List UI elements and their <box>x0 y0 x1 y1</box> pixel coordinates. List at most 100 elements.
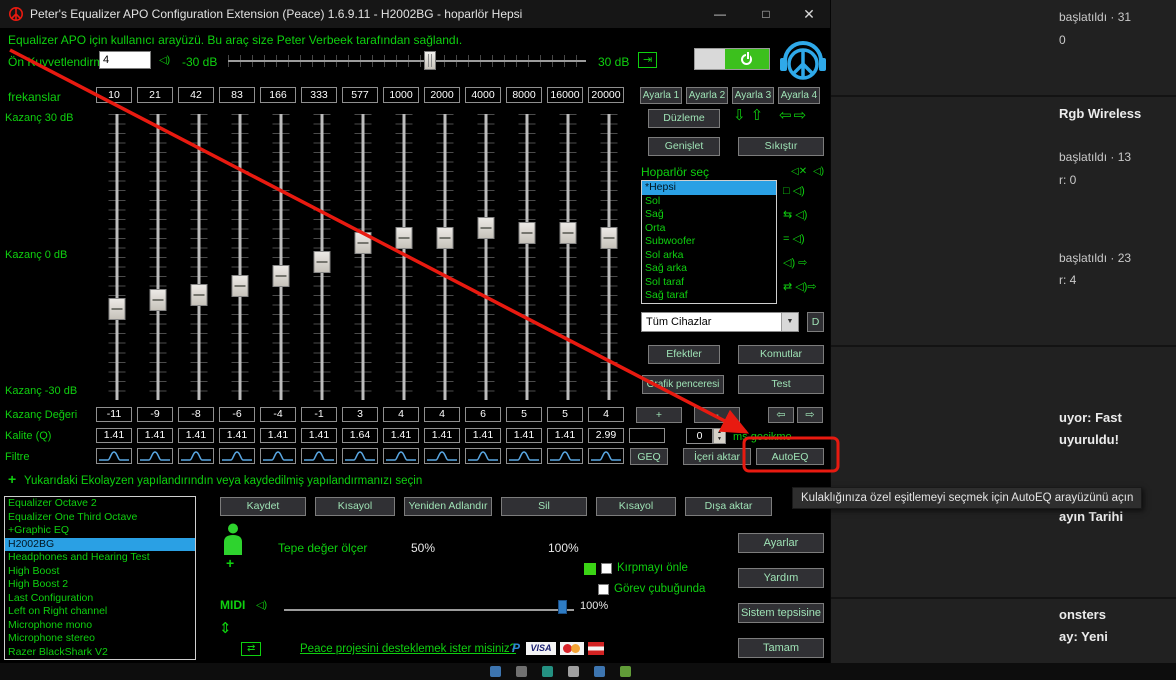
flatten-button[interactable]: Düzleme <box>648 109 720 128</box>
preset-list-item[interactable]: High Boost <box>5 565 195 579</box>
side-button[interactable]: Ayarlar <box>738 533 824 553</box>
eq-band-slider[interactable] <box>342 108 383 406</box>
arrow-left-icon[interactable]: ⇦ <box>779 107 794 124</box>
spinner-up-icon[interactable]: ▲ <box>714 429 725 436</box>
channel-routing-icon[interactable]: = ◁) <box>783 232 817 256</box>
add-user-icon[interactable]: + <box>226 555 234 571</box>
gain-value-box[interactable]: 5 <box>547 407 583 422</box>
transfer-icon[interactable]: ⇄ <box>241 642 262 656</box>
speaker-list-item[interactable]: Orta <box>642 222 776 236</box>
maximize-button[interactable]: □ <box>744 0 788 28</box>
freq-value-box[interactable]: 16000 <box>547 87 583 103</box>
preset-listbox[interactable]: Equalizer Octave 2 Equalizer One Third Oc… <box>4 496 196 660</box>
slider-handle[interactable] <box>190 284 207 306</box>
q-value-box[interactable]: 1.41 <box>178 428 214 443</box>
taskbar-icon[interactable] <box>620 666 631 677</box>
q-value-box[interactable]: 1.41 <box>260 428 296 443</box>
slider-handle[interactable] <box>272 265 289 287</box>
ayarla-button[interactable]: Ayarla 2 <box>686 87 728 104</box>
q-value-box[interactable]: 1.41 <box>96 428 132 443</box>
freq-value-box[interactable]: 42 <box>178 87 214 103</box>
filter-type-button[interactable] <box>137 448 173 464</box>
q-value-box[interactable]: 1.41 <box>219 428 255 443</box>
slider-handle[interactable] <box>108 298 125 320</box>
gain-value-box[interactable]: -8 <box>178 407 214 422</box>
filter-type-button[interactable] <box>506 448 542 464</box>
slider-handle[interactable] <box>559 222 576 244</box>
arrow-down-icon[interactable]: ⇩ <box>733 107 751 124</box>
preset-list-item[interactable]: Razer BlackShark V2 <box>5 646 195 660</box>
geq-button[interactable]: GEQ <box>630 448 668 465</box>
taskbar-icon[interactable] <box>568 666 579 677</box>
filter-type-button[interactable] <box>588 448 624 464</box>
eq-band-slider[interactable] <box>96 108 137 406</box>
side-button[interactable]: Tamam <box>738 638 824 658</box>
slider-handle[interactable] <box>395 227 412 249</box>
q-value-box[interactable]: 1.41 <box>137 428 173 443</box>
chevron-down-icon[interactable]: ▼ <box>781 313 798 331</box>
ayarla-button[interactable]: Ayarla 4 <box>778 87 820 104</box>
q-value-box[interactable]: 1.41 <box>547 428 583 443</box>
preset-list-item[interactable]: Headphones and Hearing Test <box>5 551 195 565</box>
channel-routing-icon[interactable]: ◁) ⇨ <box>783 256 817 280</box>
preamp-slider-handle[interactable] <box>424 51 436 70</box>
filter-type-button[interactable] <box>424 448 460 464</box>
nudge-right-button[interactable]: ⇨ <box>797 407 823 423</box>
gain-value-box[interactable]: 4 <box>424 407 460 422</box>
speaker-list-item[interactable]: Sağ arka <box>642 262 776 276</box>
eq-band-slider[interactable] <box>506 108 547 406</box>
preset-list-item[interactable]: Equalizer One Third Octave <box>5 511 195 525</box>
preset-list-item[interactable]: High Boost 2 <box>5 578 195 592</box>
q-value-box[interactable]: 1.41 <box>301 428 337 443</box>
q-value-box[interactable]: 1.41 <box>424 428 460 443</box>
add-preset-icon[interactable]: + <box>8 471 16 487</box>
graph-window-button[interactable]: Grafik penceresi <box>642 375 724 394</box>
q-value-box[interactable]: 1.41 <box>465 428 501 443</box>
eq-band-slider[interactable] <box>137 108 178 406</box>
effects-button[interactable]: Efektler <box>648 345 720 364</box>
freq-value-box[interactable]: 8000 <box>506 87 542 103</box>
speaker-volume-icon[interactable]: ◁) <box>813 166 824 177</box>
eq-band-slider[interactable] <box>178 108 219 406</box>
slider-handle[interactable] <box>354 232 371 254</box>
q-value-box[interactable] <box>629 428 665 443</box>
preset-action-button[interactable]: Kısayol <box>315 497 395 516</box>
preset-action-button[interactable]: Dışa aktar <box>685 497 772 516</box>
gain-value-box[interactable]: 3 <box>342 407 378 422</box>
eq-band-slider[interactable] <box>424 108 465 406</box>
delay-value-box[interactable]: 0 <box>686 428 713 444</box>
volume-slider[interactable] <box>284 599 574 615</box>
eq-band-slider[interactable] <box>260 108 301 406</box>
output-route-icon[interactable]: ⇥ <box>638 52 658 68</box>
speaker-list-item[interactable]: Subwoofer <box>642 235 776 249</box>
freq-value-box[interactable]: 577 <box>342 87 378 103</box>
channel-routing-icon[interactable]: □ ◁) <box>783 184 817 208</box>
side-button[interactable]: Yardım <box>738 568 824 588</box>
arrow-right-icon[interactable]: ⇨ <box>794 107 809 124</box>
preset-list-item[interactable]: H2002BG <box>5 537 195 551</box>
speaker-list-item[interactable]: Sol <box>642 195 776 209</box>
updown-arrows-icon[interactable]: ⇕ <box>219 619 232 637</box>
slider-handle[interactable] <box>600 227 617 249</box>
donate-link[interactable]: Peace projesini desteklemek ister misini… <box>300 643 516 655</box>
shift-down-up-icons[interactable]: ⇩⇧ <box>733 106 768 124</box>
eq-band-slider[interactable] <box>465 108 506 406</box>
filter-type-button[interactable] <box>342 448 378 464</box>
taskbar-icon[interactable] <box>516 666 527 677</box>
gain-value-box[interactable]: 4 <box>383 407 419 422</box>
slider-handle[interactable] <box>436 227 453 249</box>
device-dropdown[interactable]: Tüm Cihazlar ▼ <box>641 312 799 332</box>
taskbar-icon[interactable] <box>542 666 553 677</box>
power-toggle[interactable] <box>694 48 770 70</box>
freq-value-box[interactable]: 4000 <box>465 87 501 103</box>
freq-value-box[interactable]: 21 <box>137 87 173 103</box>
nudge-left-button[interactable]: ⇦ <box>768 407 794 423</box>
freq-value-box[interactable]: 1000 <box>383 87 419 103</box>
slider-handle[interactable] <box>149 289 166 311</box>
speaker-list-item[interactable]: Sağ <box>642 208 776 222</box>
delay-spinner[interactable]: ▲ ▼ <box>713 428 726 444</box>
preset-list-item[interactable]: Equalizer Octave 2 <box>5 497 195 511</box>
q-value-box[interactable]: 2.99 <box>588 428 624 443</box>
gain-value-box[interactable]: -11 <box>96 407 132 422</box>
preset-list-item[interactable]: Left on Right channel <box>5 605 195 619</box>
